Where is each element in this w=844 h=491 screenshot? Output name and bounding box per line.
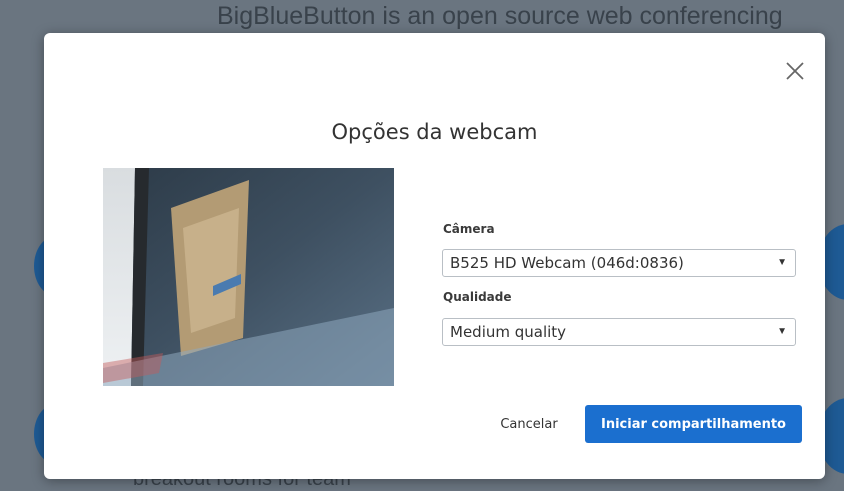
webcam-settings-modal: Opções da webcam Câmera B525 HD Webcam (… — [44, 33, 825, 479]
webcam-preview-image — [103, 168, 394, 386]
close-button[interactable] — [783, 59, 807, 83]
close-icon — [786, 62, 804, 80]
background-heading: BigBlueButton is an open source web conf… — [217, 2, 783, 30]
cancel-button[interactable]: Cancelar — [489, 405, 569, 443]
start-sharing-button[interactable]: Iniciar compartilhamento — [585, 405, 802, 443]
webcam-preview — [103, 168, 394, 386]
camera-select-value: B525 HD Webcam (046d:0836) — [450, 254, 684, 272]
quality-select-value: Medium quality — [450, 323, 567, 341]
camera-label: Câmera — [443, 222, 495, 236]
quality-select[interactable]: Medium quality ▼ — [442, 318, 796, 346]
modal-title: Opções da webcam — [331, 120, 538, 144]
caret-down-icon: ▼ — [777, 326, 787, 337]
caret-down-icon: ▼ — [777, 257, 787, 268]
camera-select[interactable]: B525 HD Webcam (046d:0836) ▼ — [442, 249, 796, 277]
quality-label: Qualidade — [443, 290, 512, 304]
